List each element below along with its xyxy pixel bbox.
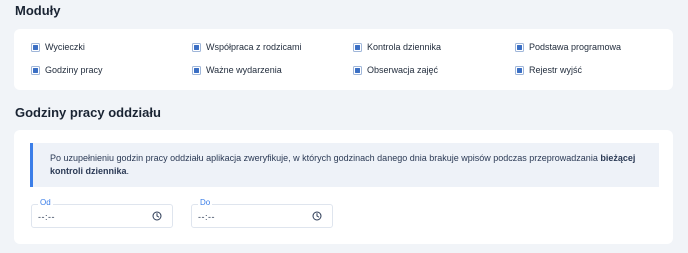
modules-title: Moduły: [15, 3, 61, 18]
checkbox-checked-icon[interactable]: [353, 65, 362, 75]
info-text-end: .: [126, 166, 130, 176]
checkbox-checked-icon[interactable]: [31, 42, 40, 52]
hours-card: Po uzupełnieniu godzin pracy oddziału ap…: [14, 130, 673, 244]
hours-title: Godziny pracy oddziału: [15, 105, 161, 120]
info-text: Po uzupełnieniu godzin pracy oddziału ap…: [50, 152, 645, 178]
module-checkbox-obserwacja[interactable]: Obserwacja zajęć: [353, 63, 515, 77]
module-label: Podstawa programowa: [529, 42, 622, 52]
checkbox-checked-icon[interactable]: [31, 65, 40, 75]
checkbox-checked-icon[interactable]: [353, 42, 362, 52]
clock-icon[interactable]: [312, 211, 322, 221]
module-checkbox-wspolpraca[interactable]: Współpraca z rodzicami: [192, 40, 353, 54]
module-label: Wycieczki: [45, 42, 85, 52]
clock-icon[interactable]: [152, 211, 162, 221]
checkbox-checked-icon[interactable]: [515, 42, 524, 52]
module-label: Obserwacja zajęć: [367, 65, 439, 75]
modules-grid: Wycieczki Współpraca z rodzicami Kontrol…: [31, 40, 673, 77]
module-label: Ważne wydarzenia: [206, 65, 282, 75]
time-to-field[interactable]: Do --:--: [191, 198, 333, 228]
module-checkbox-kontrola[interactable]: Kontrola dziennika: [353, 40, 515, 54]
time-from-field[interactable]: Od --:--: [31, 198, 173, 228]
checkbox-checked-icon[interactable]: [192, 42, 201, 52]
modules-card: Wycieczki Współpraca z rodzicami Kontrol…: [14, 29, 673, 90]
module-label: Rejestr wyjść: [529, 65, 583, 75]
checkbox-checked-icon[interactable]: [515, 65, 524, 75]
time-to-label: Do: [198, 198, 213, 207]
time-from-value[interactable]: --:--: [38, 212, 55, 222]
time-from-label: Od: [38, 198, 53, 207]
info-box: Po uzupełnieniu godzin pracy oddziału ap…: [30, 143, 659, 187]
module-checkbox-wycieczki[interactable]: Wycieczki: [31, 40, 192, 54]
module-checkbox-godziny[interactable]: Godziny pracy: [31, 63, 192, 77]
module-label: Współpraca z rodzicami: [206, 42, 302, 52]
module-checkbox-wydarzenia[interactable]: Ważne wydarzenia: [192, 63, 353, 77]
time-to-value[interactable]: --:--: [198, 212, 215, 222]
module-label: Godziny pracy: [45, 65, 103, 75]
module-checkbox-podstawa[interactable]: Podstawa programowa: [515, 40, 673, 54]
info-text-part: Po uzupełnieniu godzin pracy oddziału ap…: [50, 153, 601, 163]
checkbox-checked-icon[interactable]: [192, 65, 201, 75]
module-checkbox-rejestr[interactable]: Rejestr wyjść: [515, 63, 673, 77]
module-label: Kontrola dziennika: [367, 42, 442, 52]
